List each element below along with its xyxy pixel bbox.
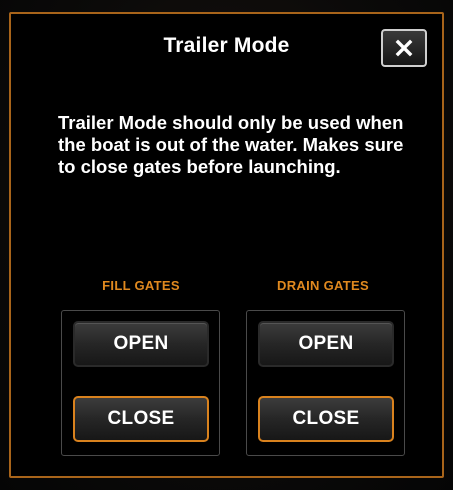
- fill-gates-label: FILL GATES: [102, 278, 180, 293]
- fill-gates-close-button[interactable]: CLOSE: [73, 396, 209, 442]
- drain-gates-label: DRAIN GATES: [277, 278, 369, 293]
- warning-message: Trailer Mode should only be used when th…: [58, 112, 404, 177]
- close-x-icon: [395, 39, 413, 57]
- fill-gates-open-button[interactable]: OPEN: [73, 321, 209, 367]
- close-button[interactable]: [381, 29, 427, 67]
- drain-gates-close-button[interactable]: CLOSE: [258, 396, 394, 442]
- dialog-title: Trailer Mode: [163, 34, 290, 57]
- trailer-mode-dialog: Trailer Mode Trailer Mode should only be…: [9, 12, 444, 478]
- drain-gates-open-button[interactable]: OPEN: [258, 321, 394, 367]
- drain-gates-group: OPEN CLOSE: [246, 310, 405, 456]
- fill-gates-group: OPEN CLOSE: [61, 310, 220, 456]
